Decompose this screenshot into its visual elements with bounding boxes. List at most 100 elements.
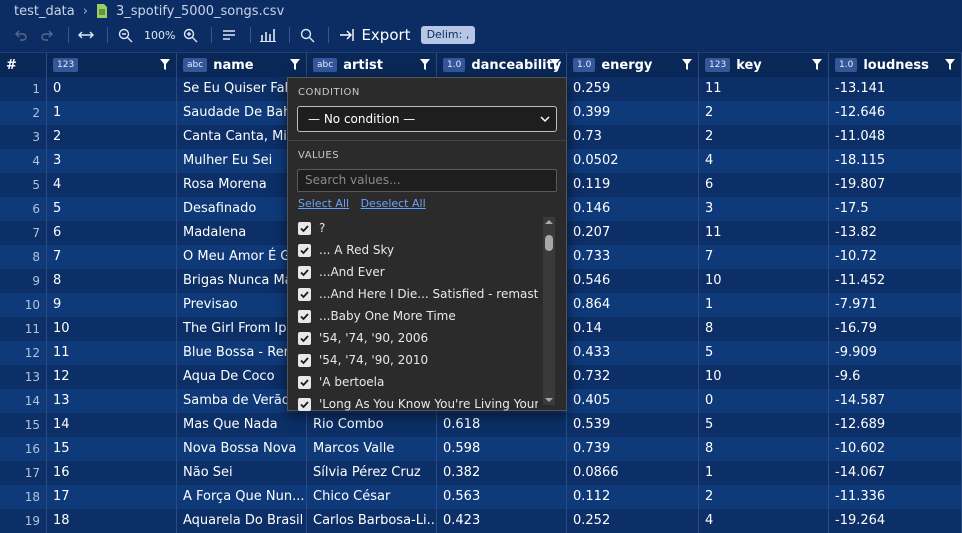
table-cell[interactable]: 11 (47, 341, 177, 365)
export-button[interactable]: Export (339, 26, 411, 44)
filter-value-item[interactable]: '54, '74, '90, 2010 (298, 349, 538, 371)
table-cell[interactable]: 0.399 (567, 101, 699, 125)
table-cell[interactable]: Aquarela Do Brasil (177, 509, 307, 533)
zoom-in-button[interactable] (179, 24, 201, 46)
table-cell[interactable]: 13 (47, 389, 177, 413)
table-cell[interactable]: 0.539 (567, 413, 699, 437)
table-cell[interactable]: 8 (47, 269, 177, 293)
table-cell[interactable]: 9 (47, 293, 177, 317)
table-cell[interactable]: 6 (47, 221, 177, 245)
checkbox-checked-icon[interactable] (298, 331, 311, 345)
filter-value-item[interactable]: ...Baby One More Time (298, 305, 538, 327)
select-all-link[interactable]: Select All (298, 197, 349, 210)
table-cell[interactable]: 0 (47, 77, 177, 101)
table-row[interactable]: 17 16 Não Sei Sílvia Pérez Cruz 0.382 0.0866 1… (0, 461, 962, 485)
zoom-out-button[interactable] (114, 24, 136, 46)
table-cell[interactable]: 16 (47, 461, 177, 485)
table-cell[interactable]: 0.119 (567, 173, 699, 197)
table-cell[interactable]: A Força Que Nun... (177, 485, 307, 509)
table-cell[interactable]: 11 (699, 221, 829, 245)
table-row[interactable]: 16 15 Nova Bossa Nova Marcos Valle 0.598 0.73… (0, 437, 962, 461)
table-row[interactable]: 19 18 Aquarela Do Brasil Carlos Barbosa-Li.… (0, 509, 962, 533)
column-header-3[interactable]: abc artist (307, 53, 437, 77)
table-cell[interactable]: -11.452 (829, 269, 962, 293)
table-cell[interactable]: -7.971 (829, 293, 962, 317)
table-cell[interactable]: 4 (47, 173, 177, 197)
table-cell[interactable]: -12.646 (829, 101, 962, 125)
table-cell[interactable]: 0.733 (567, 245, 699, 269)
redo-button[interactable] (36, 24, 58, 46)
table-cell[interactable]: 12 (47, 365, 177, 389)
table-cell[interactable]: 14 (47, 413, 177, 437)
column-header-5[interactable]: 1.0 energy (567, 53, 699, 77)
checkbox-checked-icon[interactable] (298, 243, 311, 257)
scrollbar-thumb[interactable] (545, 235, 553, 251)
filter-icon[interactable] (945, 59, 955, 70)
filter-value-item[interactable]: ...And Here I Die... Satisfied - remaste… (298, 283, 538, 305)
table-cell[interactable]: 0.739 (567, 437, 699, 461)
table-cell[interactable]: -13.141 (829, 77, 962, 101)
table-cell[interactable]: Chico César (307, 485, 437, 509)
table-cell[interactable]: 0.598 (437, 437, 567, 461)
column-header-6[interactable]: 123 key (699, 53, 829, 77)
table-cell[interactable]: Nova Bossa Nova (177, 437, 307, 461)
wrap-text-button[interactable] (218, 24, 240, 46)
column-header-0[interactable]: # (0, 53, 47, 77)
table-cell[interactable]: 7 (47, 245, 177, 269)
checkbox-checked-icon[interactable] (298, 287, 311, 301)
column-header-2[interactable]: abc name (177, 53, 307, 77)
filter-value-item[interactable]: ... A Red Sky (298, 239, 538, 261)
table-cell[interactable]: -10.602 (829, 437, 962, 461)
table-cell[interactable]: -12.689 (829, 413, 962, 437)
table-cell[interactable]: -14.067 (829, 461, 962, 485)
table-cell[interactable]: 0.259 (567, 77, 699, 101)
checkbox-checked-icon[interactable] (298, 309, 311, 323)
filter-icon[interactable] (682, 59, 692, 70)
table-cell[interactable]: 4 (699, 509, 829, 533)
table-cell[interactable]: 0.382 (437, 461, 567, 485)
table-cell[interactable]: 1 (47, 101, 177, 125)
table-cell[interactable]: 3 (699, 197, 829, 221)
table-cell[interactable]: 0.0502 (567, 149, 699, 173)
table-cell[interactable]: 8 (699, 317, 829, 341)
table-cell[interactable]: 0.73 (567, 125, 699, 149)
table-cell[interactable]: 5 (47, 197, 177, 221)
checkbox-checked-icon[interactable] (298, 353, 311, 367)
table-cell[interactable]: 0.146 (567, 197, 699, 221)
table-cell[interactable]: -19.807 (829, 173, 962, 197)
table-cell[interactable]: 0.732 (567, 365, 699, 389)
search-button[interactable] (296, 24, 318, 46)
filter-icon[interactable] (812, 59, 822, 70)
table-cell[interactable]: Rio Combo (307, 413, 437, 437)
table-cell[interactable]: 0.546 (567, 269, 699, 293)
table-cell[interactable]: 10 (699, 269, 829, 293)
table-cell[interactable]: 11 (699, 77, 829, 101)
autofit-columns-button[interactable] (75, 24, 97, 46)
checkbox-checked-icon[interactable] (298, 397, 311, 411)
table-cell[interactable]: Sílvia Pérez Cruz (307, 461, 437, 485)
column-header-7[interactable]: 1.0 loudness (829, 53, 962, 77)
filter-icon[interactable] (550, 59, 560, 70)
filter-value-item[interactable]: '54, '74, '90, 2006 (298, 327, 538, 349)
table-cell[interactable]: -13.82 (829, 221, 962, 245)
undo-button[interactable] (10, 24, 32, 46)
table-cell[interactable]: 7 (699, 245, 829, 269)
table-cell[interactable]: 2 (699, 101, 829, 125)
chart-button[interactable] (257, 24, 279, 46)
breadcrumb-file[interactable]: 3_spotify_5000_songs.csv (116, 4, 284, 19)
table-cell[interactable]: 0.252 (567, 509, 699, 533)
column-header-4[interactable]: 1.0 danceability (437, 53, 567, 77)
condition-select[interactable]: — No condition — (297, 106, 557, 132)
table-cell[interactable]: 18 (47, 509, 177, 533)
filter-value-item[interactable]: ? (298, 217, 538, 239)
table-cell[interactable]: 10 (47, 317, 177, 341)
table-cell[interactable]: Não Sei (177, 461, 307, 485)
table-cell[interactable]: 2 (699, 125, 829, 149)
filter-icon[interactable] (420, 59, 430, 70)
scroll-up-icon[interactable] (545, 218, 553, 226)
checkbox-checked-icon[interactable] (298, 221, 311, 235)
table-cell[interactable]: 0.405 (567, 389, 699, 413)
table-cell[interactable]: -9.909 (829, 341, 962, 365)
filter-value-item[interactable]: 'Long As You Know You're Living Yours (298, 393, 538, 415)
deselect-all-link[interactable]: Deselect All (361, 197, 426, 210)
